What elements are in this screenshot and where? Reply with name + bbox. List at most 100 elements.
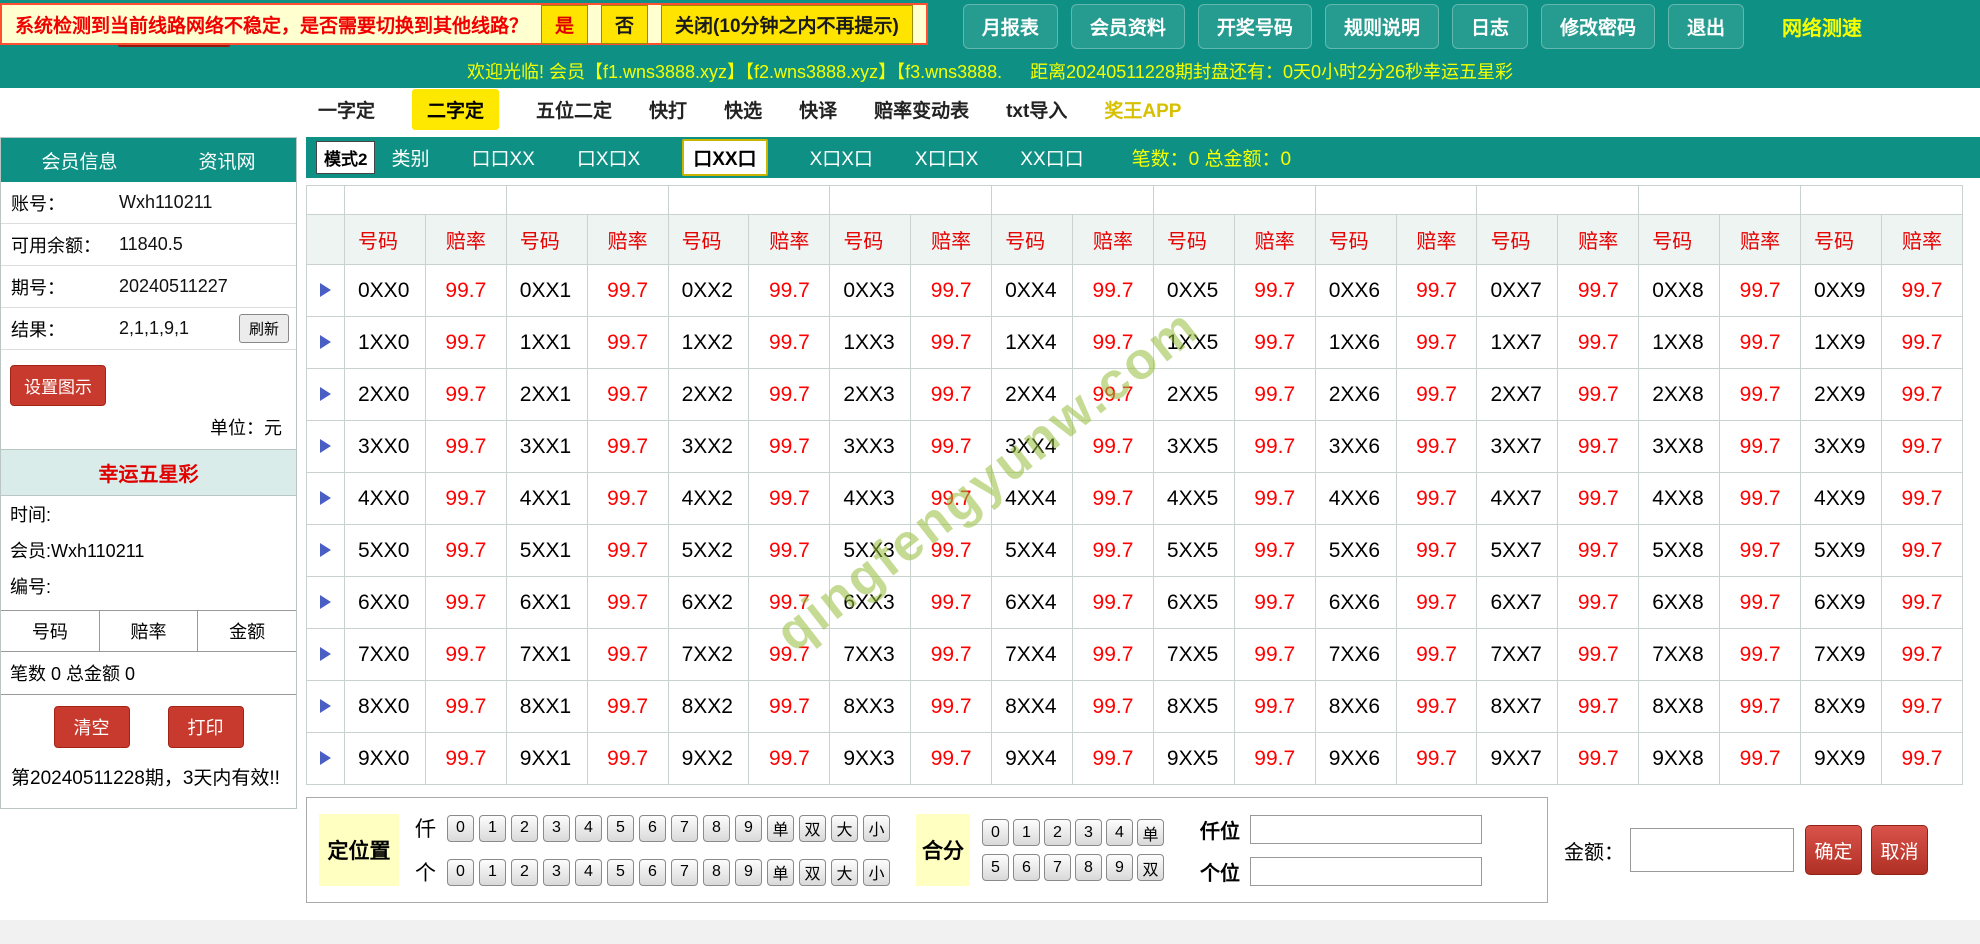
bet-code-cell: 9XX9 xyxy=(1801,733,1882,785)
sidebar-tab-news[interactable]: 资讯网 xyxy=(198,147,255,174)
top-nav-button[interactable]: 规则说明 xyxy=(1325,4,1439,49)
sum-digit-button[interactable]: 4 xyxy=(1106,819,1133,846)
print-button[interactable]: 打印 xyxy=(168,706,244,748)
bet-odds-cell: 99.7 xyxy=(1234,369,1315,421)
table-corner-cell xyxy=(307,186,345,215)
game-tab[interactable]: 五位二定 xyxy=(536,96,612,123)
alert-no-button[interactable]: 否 xyxy=(601,5,648,44)
row-select-arrow[interactable] xyxy=(307,577,345,629)
top-nav-button[interactable]: 日志 xyxy=(1452,4,1528,49)
pattern-option[interactable]: XX口口 xyxy=(1020,144,1083,171)
confirm-button[interactable]: 确定 xyxy=(1805,825,1862,875)
game-tab[interactable]: 一字定 xyxy=(318,96,375,123)
pattern-option[interactable]: X口X口 xyxy=(810,144,873,171)
digit-button[interactable]: 大 xyxy=(831,815,858,842)
pattern-option[interactable]: 口XX口 xyxy=(682,139,767,176)
digit-button[interactable]: 小 xyxy=(863,815,890,842)
digit-button[interactable]: 7 xyxy=(671,859,698,886)
bet-code-cell: 8XX1 xyxy=(506,681,587,733)
digit-button[interactable]: 0 xyxy=(447,859,474,886)
row-select-arrow[interactable] xyxy=(307,317,345,369)
cancel-button[interactable]: 取消 xyxy=(1871,825,1928,875)
clear-button[interactable]: 清空 xyxy=(54,706,130,748)
sum-digit-button[interactable]: 双 xyxy=(1137,854,1164,881)
settings-button[interactable]: 设置图示 xyxy=(10,365,106,406)
top-nav-button[interactable]: 月报表 xyxy=(963,4,1058,49)
game-tab[interactable]: 快打 xyxy=(649,96,687,123)
digit-button[interactable]: 双 xyxy=(799,859,826,886)
thousands-position-input[interactable] xyxy=(1250,815,1482,844)
top-nav-button[interactable]: 会员资料 xyxy=(1071,4,1185,49)
digit-button[interactable]: 8 xyxy=(703,859,730,886)
pattern-option[interactable]: X口口X xyxy=(915,144,978,171)
digit-button[interactable]: 4 xyxy=(575,859,602,886)
validity-note: 第20240511228期，3天内有效!! xyxy=(1,757,296,808)
pattern-option[interactable]: 口X口X xyxy=(577,144,640,171)
digit-button[interactable]: 单 xyxy=(767,815,794,842)
digit-button[interactable]: 大 xyxy=(831,859,858,886)
game-tab[interactable]: 奖王APP xyxy=(1104,96,1181,123)
top-nav-button[interactable]: 退出 xyxy=(1668,4,1744,49)
sidebar-tab-member-info[interactable]: 会员信息 xyxy=(41,147,117,174)
top-nav-button[interactable]: 开奖号码 xyxy=(1198,4,1312,49)
digit-button[interactable]: 单 xyxy=(767,859,794,886)
sum-digit-button[interactable]: 2 xyxy=(1044,819,1071,846)
bet-code-cell: 8XX5 xyxy=(1153,681,1234,733)
digit-button[interactable]: 2 xyxy=(511,815,538,842)
mode-select[interactable]: 模式2 xyxy=(316,141,375,174)
row-select-arrow[interactable] xyxy=(307,473,345,525)
digit-button[interactable]: 3 xyxy=(543,859,570,886)
digit-button[interactable]: 8 xyxy=(703,815,730,842)
digit-button[interactable]: 5 xyxy=(607,859,634,886)
row-select-arrow[interactable] xyxy=(307,369,345,421)
row-select-arrow[interactable] xyxy=(307,733,345,785)
digit-button[interactable]: 6 xyxy=(639,815,666,842)
pattern-option[interactable]: 口口XX xyxy=(471,144,534,171)
row-select-arrow[interactable] xyxy=(307,265,345,317)
sum-digit-button[interactable]: 3 xyxy=(1075,819,1102,846)
digit-button[interactable]: 小 xyxy=(863,859,890,886)
digit-button[interactable]: 0 xyxy=(447,815,474,842)
digit-button[interactable]: 7 xyxy=(671,815,698,842)
bet-odds-cell: 99.7 xyxy=(425,525,506,577)
row-select-arrow[interactable] xyxy=(307,629,345,681)
odds-column-header: 赔率 xyxy=(911,215,992,265)
digit-button[interactable]: 1 xyxy=(479,859,506,886)
game-tab[interactable]: 快译 xyxy=(799,96,837,123)
top-nav-button[interactable]: 修改密码 xyxy=(1541,4,1655,49)
game-tab[interactable]: 快选 xyxy=(724,96,762,123)
sum-digit-button[interactable]: 单 xyxy=(1137,819,1164,846)
game-tab[interactable]: txt导入 xyxy=(1006,96,1067,123)
game-tab[interactable]: 赔率变动表 xyxy=(874,96,969,123)
sum-digit-button[interactable]: 1 xyxy=(1013,819,1040,846)
amount-input[interactable] xyxy=(1630,828,1794,872)
sum-digit-button[interactable]: 6 xyxy=(1013,854,1040,881)
sidebar: 会员信息 资讯网 账号：Wxh110211可用余额：11840.5期号：2024… xyxy=(0,137,297,809)
game-tab[interactable]: 二字定 xyxy=(412,89,499,130)
digit-button[interactable]: 5 xyxy=(607,815,634,842)
sum-digit-button[interactable]: 0 xyxy=(982,819,1009,846)
digit-button[interactable]: 双 xyxy=(799,815,826,842)
sum-digit-button[interactable]: 7 xyxy=(1044,854,1071,881)
alert-close-button[interactable]: 关闭(10分钟之内不再提示) xyxy=(661,5,913,44)
digit-button[interactable]: 9 xyxy=(735,859,762,886)
digit-button[interactable]: 6 xyxy=(639,859,666,886)
digit-button[interactable]: 2 xyxy=(511,859,538,886)
refresh-button[interactable]: 刷新 xyxy=(239,314,289,343)
alert-yes-button[interactable]: 是 xyxy=(541,5,588,44)
sum-digit-button[interactable]: 9 xyxy=(1106,854,1133,881)
speed-test-link[interactable]: 网络测速 xyxy=(1782,12,1862,41)
bet-count-summary: 笔数：0 总金额：0 xyxy=(1132,144,1291,171)
bet-code-cell: 9XX2 xyxy=(668,733,749,785)
row-select-arrow[interactable] xyxy=(307,421,345,473)
digit-button[interactable]: 1 xyxy=(479,815,506,842)
sum-digit-button[interactable]: 8 xyxy=(1075,854,1102,881)
units-position-input[interactable] xyxy=(1250,857,1482,886)
digit-button[interactable]: 3 xyxy=(543,815,570,842)
row-select-arrow[interactable] xyxy=(307,525,345,577)
row-select-arrow[interactable] xyxy=(307,681,345,733)
digit-button[interactable]: 9 xyxy=(735,815,762,842)
sum-digit-button[interactable]: 5 xyxy=(982,854,1009,881)
position-input-row: 仟位 xyxy=(1200,815,1482,844)
digit-button[interactable]: 4 xyxy=(575,815,602,842)
